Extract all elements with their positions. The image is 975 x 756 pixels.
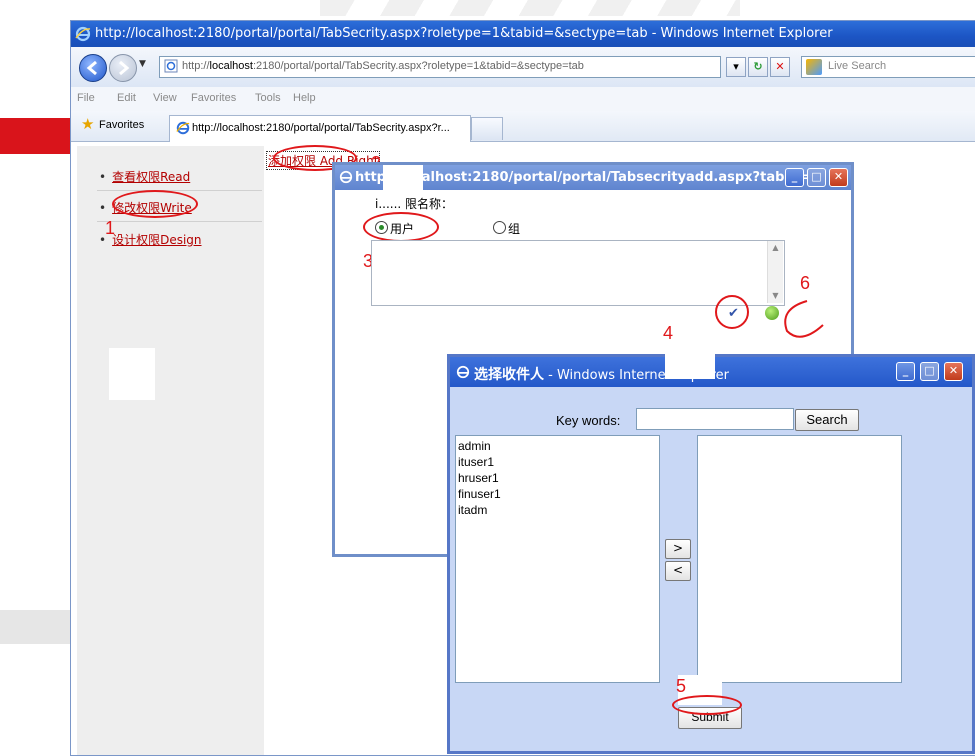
menu-file[interactable]: File [77,92,95,104]
ie-icon [176,121,190,135]
background-stripes [320,0,740,16]
favorites-bar: ★ Favorites http://localhost:2180/portal… [71,111,975,142]
maximize-button[interactable]: □ [807,168,826,187]
url-prefix: http:// [182,60,210,72]
keywords-input[interactable] [636,408,794,430]
menu-favorites[interactable]: Favorites [191,92,236,104]
bullet: • [99,201,107,215]
annotation-number-4: 4 [663,323,674,343]
maximize-button[interactable]: □ [920,362,939,381]
address-field[interactable]: http://localhost:2180/portal/portal/TabS… [159,56,721,78]
annotation-circle-1 [112,190,198,218]
nav-divider [97,221,262,222]
list-item[interactable]: hruser1 [458,471,499,485]
stop-button[interactable]: ✕ [770,57,790,77]
address-toolbar: ▼ http://localhost:2180/portal/portal/Ta… [71,47,975,87]
left-nav-panel: • 查看权限Read • 修改权限Write • 设计权限Design 1 [77,146,264,755]
minimize-button[interactable]: _ [896,362,915,381]
nav-divider [97,190,262,191]
ie-icon [75,26,91,42]
favorites-star-icon[interactable]: ★ [81,117,97,133]
nav-item-read[interactable]: • 查看权限Read [99,168,190,185]
annotation-circle-5 [672,695,742,715]
search-button[interactable]: Search [795,409,859,431]
url-host: localhost [209,60,253,72]
select-recipients-dialog: 选择收件人 - Windows Internet Explorer _ □ ✕ … [447,351,975,754]
close-button[interactable]: ✕ [829,168,848,187]
forward-button[interactable] [109,54,137,82]
background-gray-bar [0,610,70,644]
search-field[interactable]: Live Search [801,56,975,78]
ie-icon [339,170,353,184]
favorites-label[interactable]: Favorites [99,119,144,131]
background-red-bar [0,118,70,154]
move-right-button[interactable]: > [665,539,691,559]
annotation-circle-4 [715,295,749,329]
selected-users-list[interactable] [697,435,902,683]
move-left-button[interactable]: < [665,561,691,581]
annotation-number-5: 5 [676,676,687,696]
keywords-label: Key words: [556,413,621,428]
annotation-circle-3 [363,212,439,242]
textarea-scrollbar[interactable]: ▲ ▼ [767,241,783,303]
close-button[interactable]: ✕ [944,362,963,381]
white-mask [109,348,155,400]
url-rest: :2180/portal/portal/TabSecrity.aspx?role… [252,60,584,72]
name-field-label: i...... 限名称： [375,197,454,211]
search-placeholder: Live Search [828,60,887,72]
list-item[interactable]: itadm [458,503,487,517]
annotation-number-1: 1 [105,218,116,238]
available-users-list[interactable]: admin ituser1 hruser1 finuser1 itadm [455,435,660,683]
page-icon [164,59,178,73]
list-item[interactable]: ituser1 [458,455,494,469]
menu-view[interactable]: View [153,92,177,104]
dialog-title: http://localhost:2180/portal/portal/Tabs… [355,170,824,185]
menu-help[interactable]: Help [293,92,316,104]
address-dropdown-button[interactable]: ▾ [726,57,746,77]
address-url: http://localhost:2180/portal/portal/TabS… [182,60,584,72]
ie-icon [456,365,470,379]
radio-group-dot[interactable] [493,221,506,234]
main-title-bar: http://localhost:2180/portal/portal/TabS… [71,21,975,47]
main-window-title: http://localhost:2180/portal/portal/TabS… [95,26,833,41]
menu-edit[interactable]: Edit [117,92,136,104]
recipients-title-bar: 选择收件人 - Windows Internet Explorer _ □ ✕ [450,351,972,387]
scroll-up-icon[interactable]: ▲ [768,241,783,255]
radio-group-label: 组 [508,222,521,236]
list-item[interactable]: admin [458,439,491,453]
live-search-icon [806,59,822,75]
bullet: • [99,170,107,184]
nav-link-design[interactable]: 设计权限Design [112,233,201,247]
list-item[interactable]: finuser1 [458,487,501,501]
back-button[interactable] [79,54,107,82]
annotation-arc-6 [784,300,824,338]
refresh-button[interactable]: ↻ [748,57,768,77]
white-mask [665,351,715,379]
menu-tools[interactable]: Tools [255,92,281,104]
recipients-title-cn: 选择收件人 [474,367,544,383]
annotation-number-6: 6 [800,273,811,293]
tab-active[interactable]: http://localhost:2180/portal/portal/TabS… [169,115,471,142]
forward-arrow-icon [119,60,130,76]
menu-bar: File Edit View Favorites Tools Help [71,87,975,112]
history-dropdown[interactable]: ▼ [139,59,151,73]
minimize-button[interactable]: _ [785,168,804,187]
new-tab-button[interactable] [471,117,503,140]
radio-group[interactable]: 组 [493,220,520,237]
nav-link-read[interactable]: 查看权限Read [112,170,190,184]
tab-title: http://localhost:2180/portal/portal/TabS… [192,122,450,134]
back-arrow-icon [86,60,97,76]
